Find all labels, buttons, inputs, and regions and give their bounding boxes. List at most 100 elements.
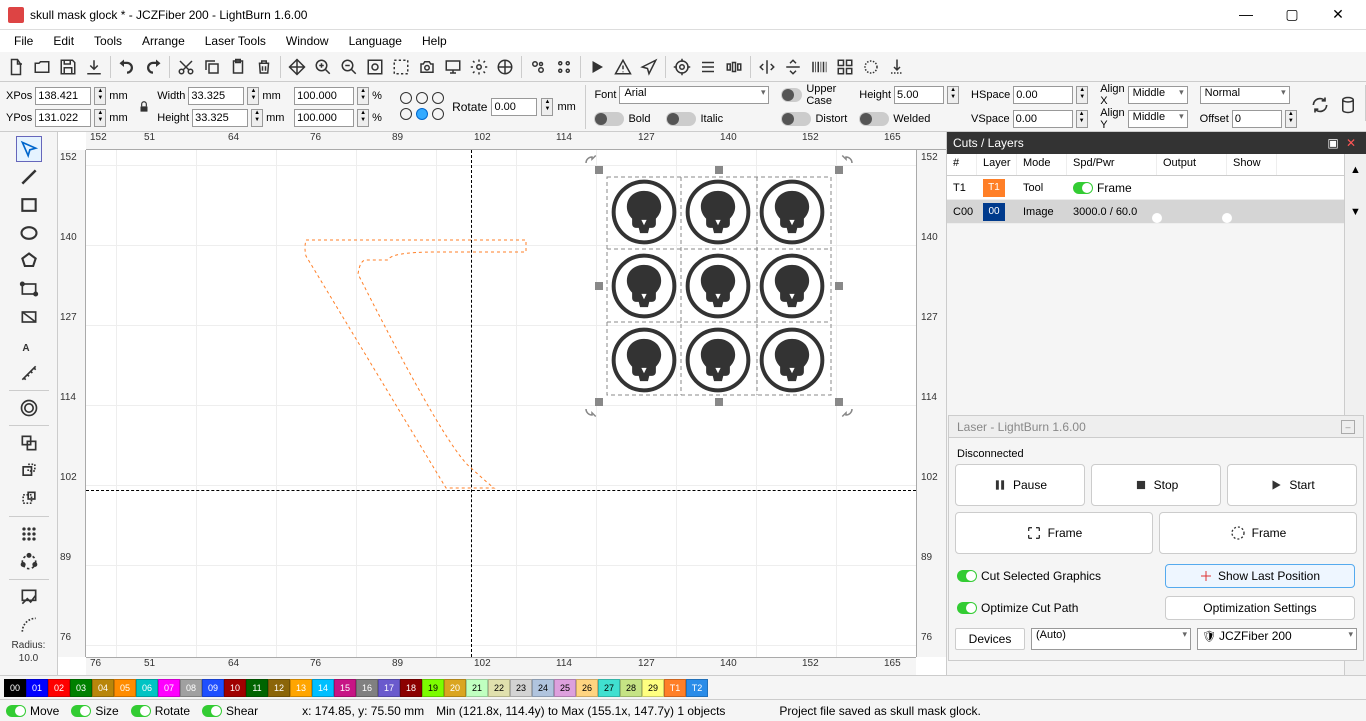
uppercase-toggle[interactable] [781,88,802,102]
panel-close-icon[interactable]: ✕ [1342,136,1360,150]
offset-tool[interactable] [16,395,42,421]
undo-icon[interactable] [115,55,139,79]
col-mode[interactable]: Mode [1017,154,1067,175]
skull-image[interactable] [756,250,828,322]
color-swatch-21[interactable]: 21 [466,679,488,697]
port-select[interactable]: (Auto) [1031,628,1191,650]
show-last-position-button[interactable]: Show Last Position [1165,564,1355,588]
monitor-icon[interactable] [441,55,465,79]
camera-icon[interactable] [415,55,439,79]
color-swatch-11[interactable]: 11 [246,679,268,697]
color-swatch-01[interactable]: 01 [26,679,48,697]
hspace-input[interactable] [1013,86,1073,104]
vspace-spinner[interactable]: ▲▼ [1076,110,1088,128]
vspace-input[interactable] [1013,110,1073,128]
distort-toggle[interactable] [781,112,811,126]
device-settings-icon[interactable] [493,55,517,79]
cut-icon[interactable] [174,55,198,79]
polygon-tool[interactable] [16,248,42,274]
rectangle-tool[interactable] [16,192,42,218]
skull-image[interactable] [608,250,680,322]
cuts-layers-header[interactable]: Cuts / Layers ▣ ✕ [947,132,1366,154]
radius-tool[interactable] [16,612,42,638]
anchor-grid[interactable] [400,92,446,122]
refresh-icon[interactable] [1309,85,1331,125]
skull-image[interactable] [756,324,828,396]
ungroup-icon[interactable] [552,55,576,79]
edit-image-tool[interactable] [16,584,42,610]
close-button[interactable]: ✕ [1324,6,1352,23]
rotate-spinner[interactable]: ▲▼ [541,98,553,116]
cylinder-icon[interactable] [1337,85,1359,125]
select-tool[interactable] [16,136,42,162]
preview-icon[interactable] [585,55,609,79]
color-swatch-05[interactable]: 05 [114,679,136,697]
edit-nodes-tool-2[interactable] [16,304,42,330]
warning-icon[interactable] [611,55,635,79]
layer-up-button[interactable]: ▲ [1350,164,1361,176]
grid-array-icon[interactable] [833,55,857,79]
menu-tools[interactable]: Tools [86,32,130,50]
minimize-button[interactable]: — [1232,6,1260,23]
boolean-tool-2[interactable] [16,486,42,512]
pct-width-spinner[interactable]: ▲▼ [357,87,369,105]
color-swatch-19[interactable]: 19 [422,679,444,697]
pause-button[interactable]: Pause [955,464,1085,506]
text-tool[interactable]: A [16,332,42,358]
new-icon[interactable] [4,55,28,79]
redo-icon[interactable] [141,55,165,79]
italic-toggle[interactable] [666,112,696,126]
color-swatch-23[interactable]: 23 [510,679,532,697]
draw-line-tool[interactable] [16,164,42,190]
offset-input[interactable] [1232,110,1282,128]
settings-icon[interactable] [467,55,491,79]
rotate-toggle[interactable] [131,705,151,717]
delete-icon[interactable] [252,55,276,79]
optimize-toggle[interactable] [957,602,977,614]
color-swatch-28[interactable]: 28 [620,679,642,697]
xpos-spinner[interactable]: ▲▼ [94,87,106,105]
pct-height-input[interactable] [294,109,354,127]
color-swatch-03[interactable]: 03 [70,679,92,697]
send-icon[interactable] [637,55,661,79]
group-icon[interactable] [526,55,550,79]
menu-window[interactable]: Window [278,32,337,50]
skull-image[interactable] [756,176,828,248]
lock-icon[interactable] [137,89,151,125]
edit-nodes-tool[interactable] [16,276,42,302]
color-swatch-25[interactable]: 25 [554,679,576,697]
mirror-v-icon[interactable] [781,55,805,79]
paste-icon[interactable] [226,55,250,79]
cut-selected-toggle[interactable] [957,570,977,582]
color-swatch-06[interactable]: 06 [136,679,158,697]
color-swatch-02[interactable]: 02 [48,679,70,697]
col-layer[interactable]: Layer [977,154,1017,175]
color-swatch-13[interactable]: 13 [290,679,312,697]
hspace-spinner[interactable]: ▲▼ [1076,86,1088,104]
color-swatch-04[interactable]: 04 [92,679,114,697]
canvas[interactable]: 152 51 64 76 89 102 114 127 140 152 165 … [58,132,946,675]
start-button[interactable]: Start [1227,464,1357,506]
size-toggle[interactable] [71,705,91,717]
color-swatch-18[interactable]: 18 [400,679,422,697]
mirror-h-icon[interactable] [755,55,779,79]
menu-laser-tools[interactable]: Laser Tools [197,32,274,50]
color-swatch-20[interactable]: 20 [444,679,466,697]
measure-tool[interactable] [16,360,42,386]
col-num[interactable]: # [947,154,977,175]
menu-arrange[interactable]: Arrange [134,32,193,50]
target-icon[interactable] [670,55,694,79]
height-spinner[interactable]: ▲▼ [251,109,263,127]
color-swatch-09[interactable]: 09 [202,679,224,697]
canvas-workspace[interactable] [86,150,916,657]
grid-tool[interactable] [16,521,42,547]
color-swatch-T1[interactable]: T1 [664,679,686,697]
distribute-icon[interactable] [722,55,746,79]
copy-icon[interactable] [200,55,224,79]
align-icon[interactable] [696,55,720,79]
color-swatch-26[interactable]: 26 [576,679,598,697]
frame-toggle-t1[interactable] [1073,182,1093,194]
layer-chip-t1[interactable]: T1 [983,179,1005,197]
glock-outline[interactable] [296,228,576,498]
height-input[interactable] [192,109,248,127]
